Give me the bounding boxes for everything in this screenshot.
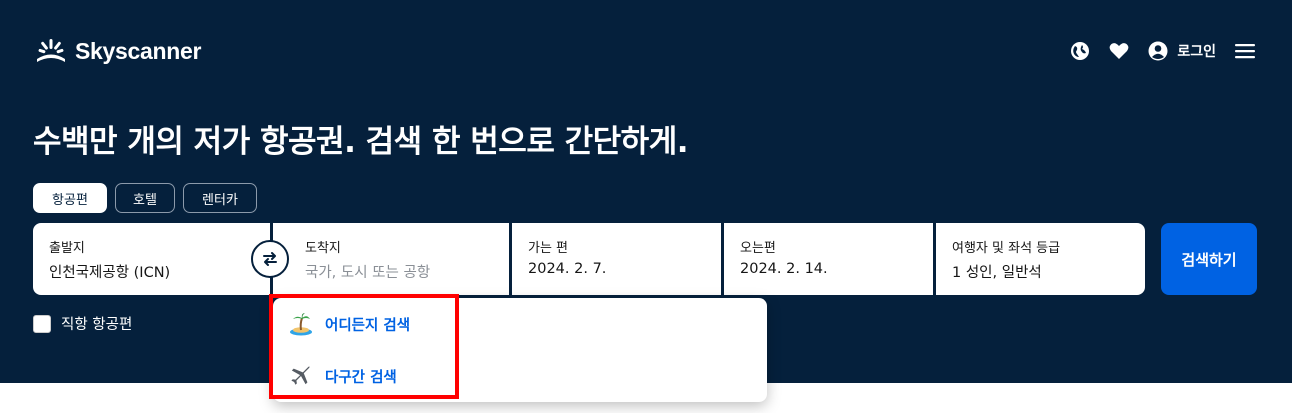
travellers-value: 1 성인, 일반석 bbox=[952, 265, 1042, 281]
travellers-field[interactable]: 여행자 및 좌석 등급 1 성인, 일반석 bbox=[936, 223, 1145, 295]
return-value: 2024. 2. 14. bbox=[740, 261, 828, 277]
direct-flights-checkbox[interactable] bbox=[33, 314, 51, 333]
swap-locations-button[interactable] bbox=[251, 240, 289, 278]
search-everywhere-option[interactable]: 어디든지 검색 bbox=[289, 312, 410, 336]
return-label: 오는편 bbox=[740, 241, 776, 256]
menu-icon[interactable] bbox=[1234, 40, 1256, 62]
swap-arrows-icon bbox=[263, 252, 277, 266]
logo-sun-icon bbox=[37, 39, 65, 62]
airplane-icon bbox=[289, 364, 313, 388]
multi-city-label: 다구간 검색 bbox=[325, 369, 397, 386]
account-icon[interactable] bbox=[1147, 40, 1169, 62]
destination-placeholder: 국가, 도시 또는 공항 bbox=[305, 265, 431, 281]
tab-flights[interactable]: 항공편 bbox=[33, 183, 107, 213]
login-link[interactable]: 로그인 bbox=[1177, 41, 1216, 61]
page-headline: 수백만 개의 저가 항공권. 검색 한 번으로 간단하게. bbox=[33, 124, 689, 160]
return-date-field[interactable]: 오는편 2024. 2. 14. bbox=[724, 223, 933, 295]
search-everywhere-label: 어디든지 검색 bbox=[325, 317, 411, 334]
destination-field[interactable]: 도착지 국가, 도시 또는 공항 bbox=[273, 223, 509, 295]
origin-field[interactable]: 출발지 인천국제공항 (ICN) bbox=[33, 223, 270, 295]
destination-suggestions-dropdown: 어디든지 검색 다구간 검색 bbox=[273, 298, 767, 402]
island-icon bbox=[289, 312, 313, 336]
origin-label: 출발지 bbox=[49, 241, 85, 256]
origin-value: 인천국제공항 (ICN) bbox=[49, 265, 171, 281]
travellers-label: 여행자 및 좌석 등급 bbox=[952, 241, 1061, 256]
skyscanner-logo[interactable]: Skyscanner bbox=[33, 37, 201, 65]
multi-city-option[interactable]: 다구간 검색 bbox=[289, 364, 397, 388]
destination-label: 도착지 bbox=[305, 241, 341, 256]
depart-label: 가는 편 bbox=[528, 241, 569, 256]
depart-value: 2024. 2. 7. bbox=[528, 261, 607, 277]
direct-flights-label: 직항 항공편 bbox=[61, 317, 133, 333]
heart-icon[interactable] bbox=[1108, 40, 1130, 62]
logo-text: Skyscanner bbox=[75, 37, 202, 64]
search-button[interactable]: 검색하기 bbox=[1161, 223, 1257, 295]
direct-flights-option[interactable]: 직항 항공편 bbox=[33, 313, 132, 334]
tab-hotels[interactable]: 호텔 bbox=[115, 183, 175, 213]
top-navigation: 로그인 bbox=[1052, 40, 1256, 62]
travel-type-tabs: 항공편 호텔 렌터카 bbox=[33, 183, 265, 213]
globe-icon[interactable] bbox=[1069, 40, 1091, 62]
depart-date-field[interactable]: 가는 편 2024. 2. 7. bbox=[512, 223, 721, 295]
tab-car-rental[interactable]: 렌터카 bbox=[183, 183, 257, 213]
